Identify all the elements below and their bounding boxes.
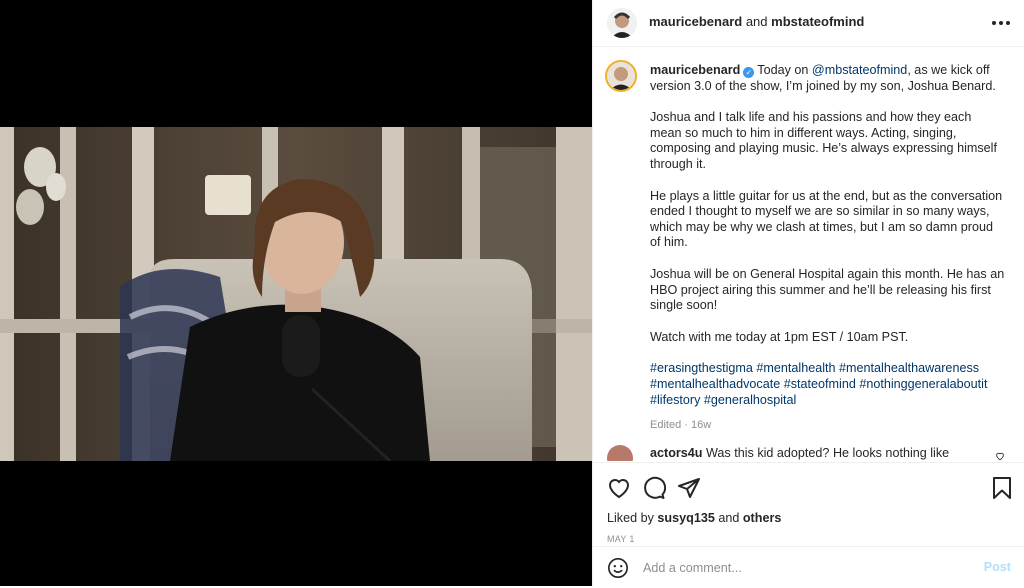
edited-timestamp: Edited · 16w [650, 419, 712, 432]
caption-intro: mauricebenard ✓ Today on @mbstateofmind, a… [650, 63, 1005, 94]
post-details-panel: mauricebenard and mbstateofmind mauriceb… [592, 0, 1024, 587]
caption-username-link[interactable]: mauricebenard [650, 63, 740, 77]
add-comment-input[interactable] [641, 557, 965, 579]
caption-intro-text: Today on [757, 63, 809, 77]
heart-icon[interactable] [607, 476, 631, 500]
liker-username-link[interactable]: susyq135 [657, 511, 714, 525]
comment-icon[interactable] [642, 476, 666, 500]
caption-author-avatar[interactable] [605, 60, 637, 92]
caption-avatar-image [607, 62, 635, 90]
post-header: mauricebenard and mbstateofmind [593, 0, 1024, 47]
post-comment-button[interactable]: Post [984, 560, 1011, 574]
video-frame[interactable] [0, 127, 592, 461]
author-avatar[interactable] [607, 8, 637, 38]
commenter-username-link[interactable]: actors4u [650, 446, 703, 460]
caption-paragraph: He plays a little guitar for us at the e… [650, 188, 1003, 250]
mention-link[interactable]: @mbstateofmind [812, 63, 907, 77]
comment-item: actors4u Was this kid adopted? He looks … [607, 445, 1017, 461]
post-date[interactable]: MAY 1 [607, 534, 635, 544]
share-icon[interactable] [677, 476, 701, 500]
header-connector: and [745, 14, 768, 29]
bookmark-icon[interactable] [991, 476, 1013, 500]
caption-scroll-area[interactable]: mauricebenard ✓ Today on @mbstateofmind, a… [593, 47, 1024, 461]
caption-paragraph: Watch with me today at 1pm EST / 10am PS… [650, 329, 909, 344]
collaborator-username-link[interactable]: mbstateofmind [771, 14, 864, 29]
verified-badge-icon: ✓ [743, 67, 755, 78]
comment-like-heart-icon[interactable] [995, 451, 1005, 461]
video-scene-image [0, 127, 592, 461]
add-comment-bar: Post [593, 546, 1024, 588]
likes-others-link[interactable]: others [743, 511, 782, 525]
author-username-link[interactable]: mauricebenard [649, 14, 742, 29]
likes-connector: and [718, 511, 740, 525]
caption-paragraph: Joshua and I talk life and his passions … [650, 110, 997, 171]
post-actions-section: Liked by susyq135 and others MAY 1 Post [593, 462, 1024, 587]
post-caption: mauricebenard ✓ Today on @mbstateofmind, a… [650, 63, 1005, 434]
likes-prefix: Liked by [607, 511, 654, 525]
author-avatar-image [607, 8, 637, 38]
post-header-title: mauricebenard and mbstateofmind [649, 14, 864, 29]
caption-hashtags[interactable]: #erasingthestigma #mentalhealth #mentalh… [650, 361, 1005, 408]
comment-text-line: actors4u Was this kid adopted? He looks … [650, 446, 949, 460]
more-options-icon[interactable] [991, 13, 1011, 33]
post-media[interactable] [0, 0, 592, 586]
likes-summary: Liked by susyq135 and others [607, 511, 781, 525]
emoji-icon[interactable] [607, 557, 629, 579]
caption-paragraph: Joshua will be on General Hospital again… [650, 266, 1005, 313]
commenter-avatar[interactable] [607, 445, 633, 461]
comment-text: Was this kid adopted? He looks nothing l… [706, 446, 950, 460]
instagram-post-modal: mauricebenard and mbstateofmind mauriceb… [0, 0, 1024, 587]
